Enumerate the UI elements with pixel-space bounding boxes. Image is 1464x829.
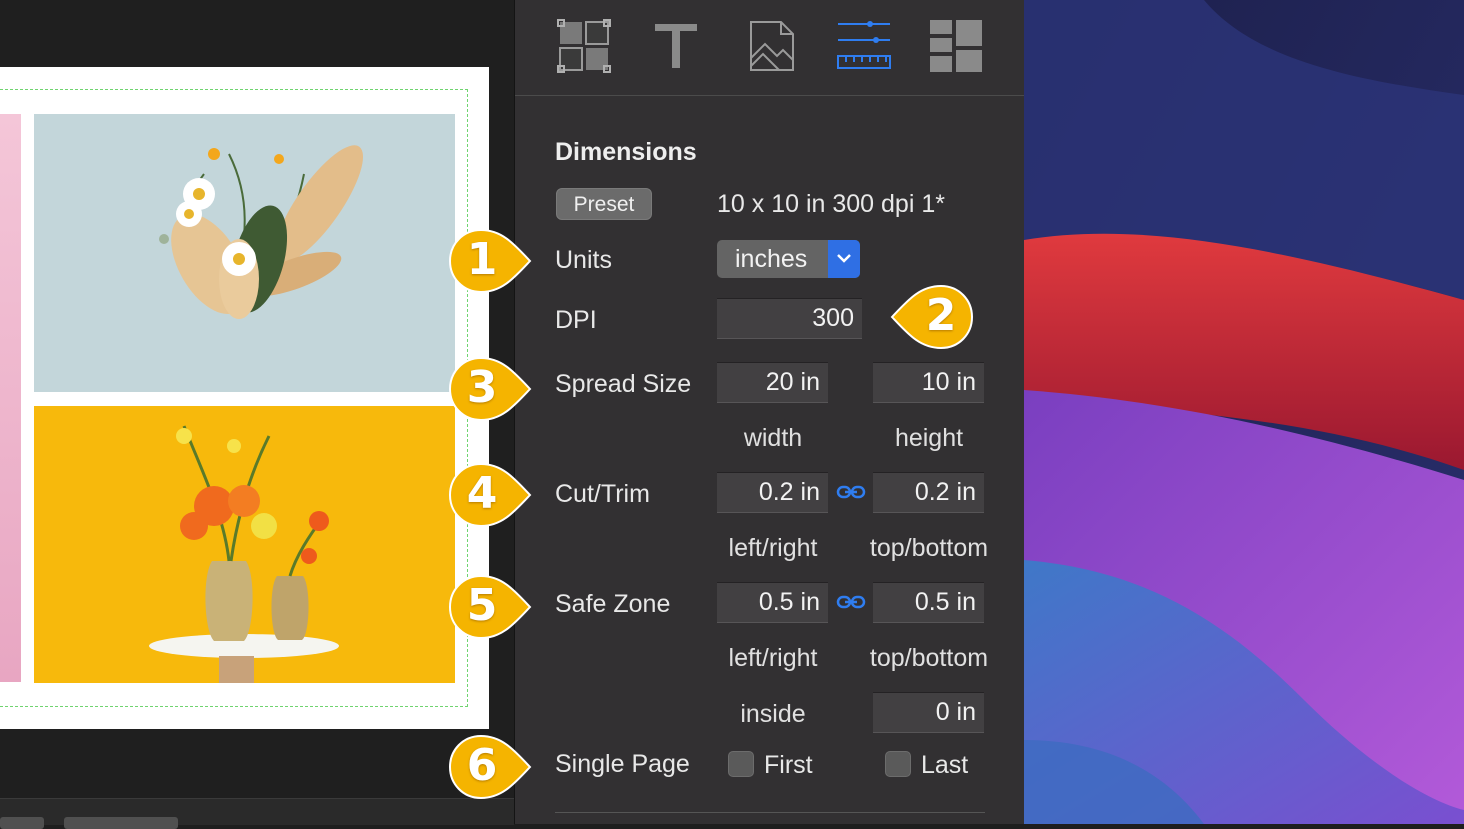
callout-badge-1: 1 <box>448 228 538 294</box>
preset-button[interactable]: Preset <box>556 188 652 220</box>
first-page-label: First <box>764 751 813 779</box>
last-page-checkbox[interactable] <box>885 751 911 777</box>
safe-left-right-caption: left/right <box>728 644 818 672</box>
cut-trim-label: Cut/Trim <box>555 480 650 508</box>
callout-badge-3: 3 <box>448 356 538 422</box>
last-page-label: Last <box>921 751 969 779</box>
layout-grid-icon[interactable] <box>556 18 612 74</box>
callout-badge-6: 6 <box>448 734 538 800</box>
inside-caption: inside <box>740 700 806 728</box>
section-title: Dimensions <box>555 138 697 166</box>
section-divider <box>555 812 985 813</box>
spread-width-field[interactable]: 20 in <box>717 362 828 403</box>
link-icon[interactable] <box>836 482 866 502</box>
callout-badge-5: 5 <box>448 574 538 640</box>
units-label: Units <box>555 246 612 274</box>
link-icon[interactable] <box>836 592 866 612</box>
units-dropdown[interactable]: inches <box>717 240 860 278</box>
image-page-icon[interactable] <box>743 18 799 74</box>
cut-left-right-caption: left/right <box>728 534 818 562</box>
first-page-checkbox[interactable] <box>728 751 754 777</box>
callout-badge-2: 2 <box>884 284 974 350</box>
inside-field[interactable]: 0 in <box>873 692 984 733</box>
text-tool-icon[interactable] <box>649 18 705 74</box>
safe-zone-guide <box>0 89 468 707</box>
width-caption: width <box>743 424 803 452</box>
dpi-field[interactable]: 300 <box>717 298 862 339</box>
safe-zone-label: Safe Zone <box>555 590 671 618</box>
spread-height-field[interactable]: 10 in <box>873 362 984 403</box>
safe-top-bottom-caption: top/bottom <box>869 644 989 672</box>
dimensions-ruler-icon[interactable] <box>836 18 892 74</box>
desktop-wallpaper <box>1024 0 1464 824</box>
single-page-label: Single Page <box>555 750 690 778</box>
canvas-control-button[interactable] <box>64 817 178 829</box>
cut-left-right-field[interactable]: 0.2 in <box>717 472 828 513</box>
canvas-status-bar <box>0 798 514 829</box>
canvas-control-button[interactable] <box>0 817 44 829</box>
inspector-panel: Dimensions Preset 10 x 10 in 300 dpi 1* … <box>514 0 1025 824</box>
dpi-label: DPI <box>555 306 597 334</box>
units-selected-value: inches <box>735 245 808 273</box>
cut-top-bottom-caption: top/bottom <box>869 534 989 562</box>
height-caption: height <box>894 424 964 452</box>
layout-canvas[interactable] <box>0 0 514 829</box>
templates-icon[interactable] <box>928 18 984 74</box>
callout-badge-4: 4 <box>448 462 538 528</box>
inspector-toolbar <box>515 0 1024 96</box>
spread-size-label: Spread Size <box>555 370 692 398</box>
cut-top-bottom-field[interactable]: 0.2 in <box>873 472 984 513</box>
safe-top-bottom-field[interactable]: 0.5 in <box>873 582 984 623</box>
preset-value: 10 x 10 in 300 dpi 1* <box>717 190 945 218</box>
spread-page[interactable] <box>0 67 489 729</box>
safe-left-right-field[interactable]: 0.5 in <box>717 582 828 623</box>
chevron-down-icon[interactable] <box>828 240 860 278</box>
